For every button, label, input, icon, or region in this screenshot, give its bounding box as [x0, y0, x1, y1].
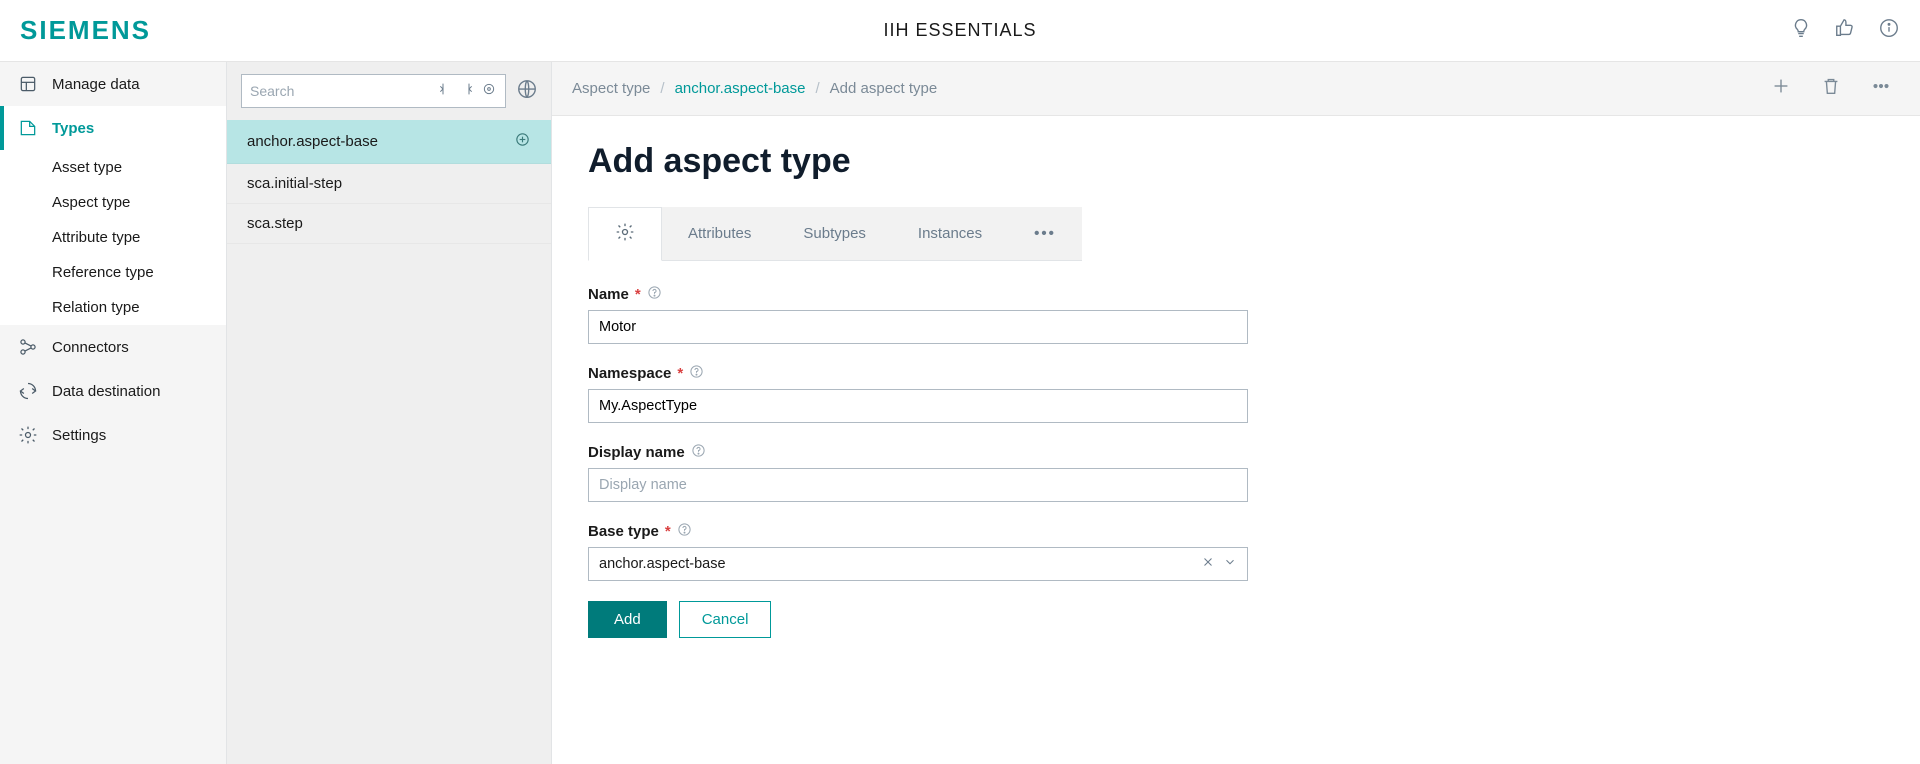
- plus-icon[interactable]: [1770, 75, 1792, 102]
- collapse-in-icon[interactable]: [437, 81, 453, 102]
- plus-circle-icon[interactable]: [514, 131, 531, 152]
- base-type-label: Base type *: [588, 522, 1248, 541]
- required-mark: *: [635, 286, 641, 303]
- select-actions: [1201, 555, 1237, 573]
- logo: SIEMENS: [20, 15, 151, 46]
- sidebar-item-label: Settings: [52, 427, 106, 444]
- crumb-separator: /: [660, 80, 664, 97]
- add-button[interactable]: Add: [588, 601, 667, 638]
- breadcrumb-actions: [1770, 75, 1892, 102]
- sidebar-item-label: Connectors: [52, 339, 129, 356]
- field-base-type: Base type * anchor.aspect-base: [588, 522, 1248, 581]
- list-search-row: [227, 62, 551, 120]
- namespace-input[interactable]: [588, 389, 1248, 423]
- help-icon[interactable]: [677, 522, 692, 541]
- field-namespace: Namespace *: [588, 364, 1248, 423]
- breadcrumb: Aspect type / anchor.aspect-base / Add a…: [572, 80, 937, 97]
- sidebar-item-data-destination[interactable]: Data destination: [0, 369, 226, 413]
- submenu-aspect-type[interactable]: Aspect type: [0, 185, 226, 220]
- name-input[interactable]: [588, 310, 1248, 344]
- collapse-out-icon[interactable]: [459, 81, 475, 102]
- globe-icon[interactable]: [516, 78, 538, 105]
- base-type-value: anchor.aspect-base: [599, 556, 726, 572]
- cancel-button[interactable]: Cancel: [679, 601, 772, 638]
- app-title: IIH ESSENTIALS: [883, 20, 1036, 41]
- tab-more[interactable]: •••: [1008, 207, 1082, 260]
- crumb-aspect-type[interactable]: Aspect type: [572, 80, 650, 97]
- field-name: Name *: [588, 285, 1248, 344]
- more-icon[interactable]: [1870, 75, 1892, 102]
- search-box[interactable]: [241, 74, 506, 108]
- app-header: SIEMENS IIH ESSENTIALS: [0, 0, 1920, 62]
- sidebar-item-label: Data destination: [52, 383, 160, 400]
- submenu-asset-type[interactable]: Asset type: [0, 150, 226, 185]
- chevron-down-icon[interactable]: [1223, 555, 1237, 573]
- name-label: Name *: [588, 285, 1248, 304]
- search-input[interactable]: [250, 83, 431, 99]
- sidebar-item-manage-data[interactable]: Manage data: [0, 62, 226, 106]
- tab-general[interactable]: [588, 207, 662, 261]
- tabs: Attributes Subtypes Instances •••: [588, 207, 1082, 261]
- display-name-label: Display name: [588, 443, 1248, 462]
- sidebar-item-settings[interactable]: Settings: [0, 413, 226, 457]
- sidebar: Manage data Types Asset type Aspect type…: [0, 62, 227, 764]
- base-type-select[interactable]: anchor.aspect-base: [588, 547, 1248, 581]
- sidebar-item-label: Types: [52, 120, 94, 137]
- page-title: Add aspect type: [588, 142, 1884, 181]
- tab-attributes[interactable]: Attributes: [662, 207, 777, 260]
- label-text: Namespace: [588, 365, 671, 382]
- list-item-label: anchor.aspect-base: [247, 133, 378, 150]
- gear-icon: [615, 222, 635, 246]
- tab-subtypes[interactable]: Subtypes: [777, 207, 892, 260]
- list-item-label: sca.initial-step: [247, 175, 342, 192]
- crumb-add-aspect-type: Add aspect type: [830, 80, 938, 97]
- list-item-sca-step[interactable]: sca.step: [227, 204, 551, 244]
- help-icon[interactable]: [691, 443, 706, 462]
- help-icon[interactable]: [689, 364, 704, 383]
- required-mark: *: [677, 365, 683, 382]
- clear-icon[interactable]: [1201, 555, 1215, 573]
- types-list-panel: anchor.aspect-base sca.initial-step sca.…: [227, 62, 552, 764]
- namespace-label: Namespace *: [588, 364, 1248, 383]
- header-actions: [1790, 17, 1900, 44]
- tab-instances[interactable]: Instances: [892, 207, 1008, 260]
- info-icon[interactable]: [1878, 17, 1900, 44]
- label-text: Name: [588, 286, 629, 303]
- list-item-label: sca.step: [247, 215, 303, 232]
- breadcrumb-row: Aspect type / anchor.aspect-base / Add a…: [552, 62, 1920, 116]
- list-item-sca-initial-step[interactable]: sca.initial-step: [227, 164, 551, 204]
- form-buttons: Add Cancel: [588, 601, 1248, 638]
- lightbulb-icon[interactable]: [1790, 17, 1812, 44]
- types-submenu: Asset type Aspect type Attribute type Re…: [0, 150, 226, 325]
- crumb-anchor-aspect-base[interactable]: anchor.aspect-base: [675, 80, 806, 97]
- submenu-reference-type[interactable]: Reference type: [0, 255, 226, 290]
- submenu-relation-type[interactable]: Relation type: [0, 290, 226, 325]
- sidebar-item-label: Manage data: [52, 76, 140, 93]
- trash-icon[interactable]: [1820, 75, 1842, 102]
- page-body: Add aspect type Attributes Subtypes Inst…: [552, 116, 1920, 664]
- list-item-anchor-aspect-base[interactable]: anchor.aspect-base: [227, 120, 551, 164]
- label-text: Display name: [588, 444, 685, 461]
- crumb-separator: /: [815, 80, 819, 97]
- submenu-attribute-type[interactable]: Attribute type: [0, 220, 226, 255]
- sidebar-item-types[interactable]: Types: [0, 106, 226, 150]
- content-panel: Aspect type / anchor.aspect-base / Add a…: [552, 62, 1920, 764]
- required-mark: *: [665, 523, 671, 540]
- sidebar-item-connectors[interactable]: Connectors: [0, 325, 226, 369]
- label-text: Base type: [588, 523, 659, 540]
- aspect-type-form: Name * Namespace * Dis: [588, 285, 1248, 638]
- help-icon[interactable]: [647, 285, 662, 304]
- display-name-input[interactable]: [588, 468, 1248, 502]
- field-display-name: Display name: [588, 443, 1248, 502]
- thumbs-icon[interactable]: [1834, 17, 1856, 44]
- target-icon[interactable]: [481, 81, 497, 102]
